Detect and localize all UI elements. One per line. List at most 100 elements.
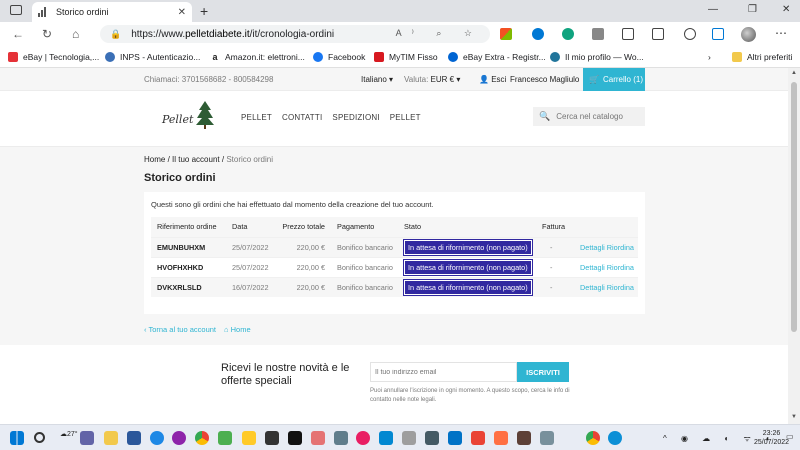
bookmark-inps[interactable]: INPS - Autenticazio... [105,52,200,62]
details-link[interactable]: Dettagli [580,263,605,272]
top-navigation: Chiamaci: 3701568682 - 800584298 Italian… [0,68,788,91]
scrollbar-thumb[interactable] [791,82,797,332]
weather-widget[interactable]: ☁27° [60,430,78,438]
search-taskbar-icon[interactable] [34,432,45,443]
details-link[interactable]: Dettagli [580,243,605,252]
extension-m-icon[interactable] [532,28,544,40]
outlook-icon[interactable] [448,431,462,445]
order-date: 25/07/2022 [226,236,274,257]
bookmark-facebook[interactable]: Facebook [313,52,365,62]
app-orange-icon[interactable] [494,431,508,445]
app-brown-icon[interactable] [517,431,531,445]
breadcrumb: Home / Il tuo account / Storico ordini [144,155,273,164]
app-yellow-icon[interactable] [242,431,256,445]
bookmark-amazon[interactable]: a Amazon.it: elettroni... [210,52,305,62]
menu-item-pellet[interactable]: PELLET [241,113,272,122]
search-input[interactable] [556,112,637,121]
back-icon[interactable]: ← [12,27,24,41]
notifications-icon[interactable]: ▭ [786,432,794,441]
collections-icon[interactable] [712,28,724,40]
teams-icon[interactable] [80,431,94,445]
bookmark-ebay-extra[interactable]: eBay Extra - Registr... [448,52,546,62]
file-explorer-icon[interactable] [104,431,118,445]
language-selector[interactable]: Italiano ▾ [361,75,393,84]
app-silver-icon[interactable] [402,431,416,445]
newsletter-email-input[interactable] [370,362,517,382]
clock[interactable]: 23:26 25/07/2022 [754,429,789,447]
page-title: Storico ordini [144,172,216,184]
url-field[interactable]: 🔒 https://www.pelletdiabete.it/it/cronol… [100,25,490,43]
breadcrumb-account[interactable]: Il tuo account [172,155,220,164]
cart-button[interactable]: 🛒 Carrello (1) [583,68,645,91]
home-icon[interactable]: ⌂ [72,27,79,41]
office-extension-icon[interactable] [500,28,512,40]
bookmark-label: eBay Extra - Registr... [463,52,546,62]
app-green-icon[interactable] [218,431,232,445]
more-options-icon[interactable]: ⋯ [775,26,787,40]
order-invoice: - [536,256,574,277]
details-link[interactable]: Dettagli [580,283,605,292]
order-reference: EMUNBUHXM [151,236,226,257]
menu-item-contatti[interactable]: CONTATTI [282,113,322,122]
app-dark-icon[interactable] [265,431,279,445]
app-black-icon[interactable] [288,431,302,445]
bookmark-ebay[interactable]: eBay | Tecnologia,... [8,52,99,62]
close-tab-icon[interactable]: ✕ [178,7,186,18]
order-total: 220,00 € [274,236,331,257]
scroll-up-icon[interactable]: ▲ [791,70,797,76]
extension-a-icon[interactable] [562,28,574,40]
subscribe-button[interactable]: ISCRIVITI [517,362,569,382]
scroll-down-icon[interactable]: ▼ [791,414,797,420]
close-window-icon[interactable]: ✕ [782,4,790,15]
back-to-account-link[interactable]: ‹ Torna al tuo account [144,325,216,334]
home-link[interactable]: ⌂ Home [224,325,251,334]
app-purple-icon[interactable] [172,431,186,445]
edge-icon[interactable] [608,431,622,445]
menu-item-pellet-2[interactable]: PELLET [390,113,421,122]
bookmark-wordpress[interactable]: Il mio profilo — Wo... [550,52,644,62]
minimize-icon[interactable]: — [708,4,718,15]
table-row: DVKXRLSLD 16/07/2022 220,00 € Bonifico b… [151,276,638,297]
bookmark-mytim[interactable]: MyTIM Fisso [374,52,438,62]
app-red-icon[interactable] [311,431,325,445]
app-calc-icon[interactable] [540,431,554,445]
reorder-link[interactable]: Riordina [607,263,634,272]
app-grey-icon[interactable] [334,431,348,445]
app-cyan-icon[interactable] [379,431,393,445]
address-actions[interactable]: A⁾ ⌕ ☆ [396,28,482,39]
breadcrumb-home[interactable]: Home [144,155,165,164]
app-blue-icon[interactable] [150,431,164,445]
history-icon[interactable] [684,28,696,40]
word-icon[interactable] [127,431,141,445]
extension-grey-icon[interactable] [592,28,604,40]
logout-link[interactable]: 👤 Esci [479,75,506,84]
url-path: /it/cronologia-ordini [249,28,335,40]
extensions-puzzle-icon[interactable] [622,28,634,40]
bookmarks-overflow-icon[interactable]: › [708,52,711,62]
gmail-icon[interactable] [471,431,485,445]
search-icon[interactable]: 🔍 [539,111,550,122]
reorder-link[interactable]: Riordina [607,243,634,252]
favorites-icon[interactable] [652,28,664,40]
new-tab-icon[interactable]: + [200,3,208,19]
lock-icon[interactable]: 🔒 [110,29,121,40]
tab-actions-icon[interactable] [10,5,22,15]
reorder-link[interactable]: Riordina [607,283,634,292]
start-icon[interactable] [10,431,24,445]
profile-avatar[interactable] [741,27,756,42]
refresh-icon[interactable]: ↻ [42,27,52,41]
browser-tab[interactable]: Storico ordini ✕ [32,2,192,22]
site-logo[interactable]: Pellet [162,101,222,129]
app-pink-icon[interactable] [356,431,370,445]
other-favorites[interactable]: Altri preferiti [732,52,792,62]
chrome-icon[interactable] [195,431,209,445]
chrome-2-icon[interactable] [586,431,600,445]
account-name-link[interactable]: Francesco Magliulo [510,75,579,84]
currency-label: Valuta: [404,75,429,84]
page-scrollbar[interactable]: ▲ ▼ [788,68,800,424]
clock-date: 25/07/2022 [754,439,790,446]
app-slate-icon[interactable] [425,431,439,445]
menu-item-spedizioni[interactable]: SPEDIZIONI [332,113,379,122]
currency-selector[interactable]: Valuta: EUR € ▾ [404,75,460,84]
maximize-icon[interactable]: ❐ [748,4,757,15]
